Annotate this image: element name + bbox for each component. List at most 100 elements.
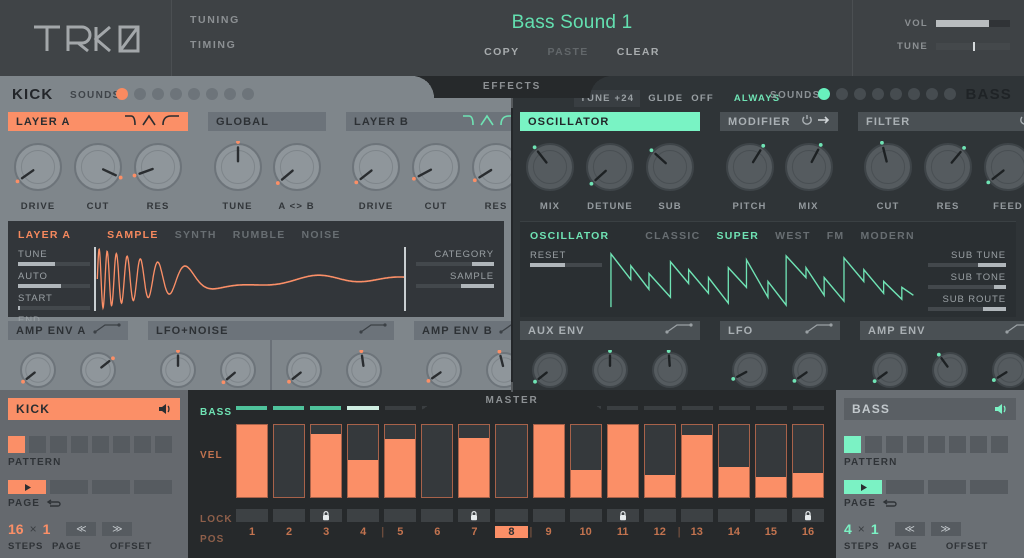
envmodule-icon[interactable] xyxy=(1005,323,1024,334)
kick-page-slots[interactable] xyxy=(8,480,180,494)
pattern-slot[interactable] xyxy=(907,436,924,453)
envmodule-icon[interactable] xyxy=(359,323,387,334)
velocity-cell[interactable] xyxy=(532,424,565,498)
knob-mix[interactable]: MIX xyxy=(520,141,580,212)
sound-slot[interactable] xyxy=(242,88,254,100)
tune-slider-handle[interactable] xyxy=(973,42,975,51)
tab-master[interactable]: MASTER xyxy=(412,382,612,412)
kick-right-controls[interactable]: CATEGORY SAMPLE xyxy=(416,249,494,293)
sound-slot[interactable] xyxy=(116,88,128,100)
control-start[interactable]: START xyxy=(18,293,90,310)
kick-offset-next-button[interactable]: ≫ xyxy=(102,522,133,536)
control-slider[interactable] xyxy=(928,263,1006,267)
bass-step-indicator[interactable] xyxy=(644,406,676,410)
velocity-cell[interactable] xyxy=(384,424,417,498)
velocity-cell[interactable] xyxy=(717,424,750,498)
bass-pattern-slots[interactable] xyxy=(844,436,1016,453)
bass-step-indicator[interactable] xyxy=(718,406,750,410)
bass-waveform[interactable] xyxy=(606,248,920,311)
display-tab[interactable]: NOISE xyxy=(302,229,341,241)
bass-display-tabs[interactable]: OSCILLATOR CLASSIC SUPER WEST FM MODERN xyxy=(520,222,1016,242)
knob-dial-icon[interactable] xyxy=(212,140,264,193)
module-header[interactable]: OSCILLATOR xyxy=(520,112,700,131)
velocity-cell[interactable] xyxy=(606,424,639,498)
pattern-slot[interactable] xyxy=(8,436,25,453)
envmodule-header[interactable]: AMP ENV xyxy=(860,321,1024,340)
control-slider[interactable] xyxy=(18,262,90,266)
lock-cell[interactable] xyxy=(569,509,602,522)
page-slot[interactable] xyxy=(886,480,924,494)
position-cell[interactable]: 11 xyxy=(607,526,639,538)
pattern-slot[interactable] xyxy=(29,436,46,453)
speaker-icon[interactable] xyxy=(159,403,172,415)
display-tab[interactable]: CLASSIC xyxy=(645,230,700,242)
bass-step-indicator[interactable] xyxy=(347,406,379,410)
control-auto[interactable]: AUTO xyxy=(18,271,90,288)
control-sample[interactable]: SAMPLE xyxy=(416,271,494,288)
envmodule-header[interactable]: LFO+NOISE xyxy=(148,321,394,340)
sound-slot[interactable] xyxy=(944,88,956,100)
page-slot[interactable] xyxy=(92,480,130,494)
kick-pattern-slots[interactable] xyxy=(8,436,180,453)
bass-step-indicator[interactable] xyxy=(310,406,342,410)
knob-dial-icon[interactable] xyxy=(344,349,384,390)
knob-res[interactable]: RES xyxy=(918,141,978,212)
timing-button[interactable]: TIMING xyxy=(190,39,292,51)
clear-button[interactable]: CLEAR xyxy=(617,46,660,58)
lock-cell[interactable] xyxy=(717,509,750,522)
knob-dial-icon[interactable] xyxy=(862,140,914,193)
knob-dial-icon[interactable] xyxy=(350,141,402,193)
control-slider[interactable] xyxy=(416,262,494,266)
sound-slot[interactable] xyxy=(890,88,902,100)
lock-cell[interactable] xyxy=(458,509,491,522)
velocity-cell[interactable] xyxy=(273,424,306,498)
knob-dial-icon[interactable] xyxy=(284,350,324,390)
vol-slider[interactable] xyxy=(936,20,1010,27)
lock-row[interactable] xyxy=(236,509,824,522)
power-icon[interactable] xyxy=(1019,114,1024,126)
envmodule-header[interactable]: AUX ENV xyxy=(520,321,700,340)
page-slot[interactable] xyxy=(134,480,172,494)
velocity-cell[interactable] xyxy=(791,424,824,498)
control-subtune[interactable]: SUB TUNE xyxy=(928,250,1006,267)
position-cell[interactable]: 1 xyxy=(236,526,268,538)
pattern-slot[interactable] xyxy=(92,436,109,453)
velocity-cell[interactable] xyxy=(310,424,343,498)
lock-cell[interactable] xyxy=(791,509,824,522)
module-header[interactable]: GLOBAL xyxy=(208,112,326,131)
position-cell[interactable]: 12 | xyxy=(644,526,681,538)
pattern-slot[interactable] xyxy=(113,436,130,453)
knob-dial-icon[interactable] xyxy=(132,141,184,193)
bass-option[interactable]: OFF xyxy=(691,93,714,104)
bass-step-indicator[interactable] xyxy=(273,406,305,410)
bass-step-indicator[interactable] xyxy=(681,406,713,410)
position-cell[interactable]: 5 xyxy=(384,526,416,538)
kick-pages-value[interactable]: 1 xyxy=(43,521,51,537)
pattern-slot[interactable] xyxy=(134,436,151,453)
sound-slot[interactable] xyxy=(134,88,146,100)
velocity-cell[interactable] xyxy=(458,424,491,498)
velocity-cell[interactable] xyxy=(347,424,380,498)
bass-step-indicator[interactable] xyxy=(755,406,787,410)
sound-slot[interactable] xyxy=(836,88,848,100)
sound-slot[interactable] xyxy=(854,88,866,100)
knob-dial-icon[interactable] xyxy=(72,141,124,193)
position-cell[interactable]: 13 xyxy=(681,526,713,538)
position-cell[interactable]: 4 | xyxy=(347,526,384,538)
tuning-button[interactable]: TUNING xyxy=(190,14,292,26)
knob-dial-icon[interactable] xyxy=(730,350,770,390)
kick-display-tabs[interactable]: LAYER A SAMPLE SYNTH RUMBLE NOISE xyxy=(8,221,504,241)
bass-steps-value[interactable]: 4 xyxy=(844,521,852,537)
module-header[interactable]: FILTER xyxy=(858,112,1024,131)
position-cell[interactable]: 15 xyxy=(755,526,787,538)
display-tab[interactable]: MODERN xyxy=(860,230,914,242)
knob-dial-icon[interactable] xyxy=(424,350,464,390)
bass-left-controls[interactable]: RESET xyxy=(530,250,602,272)
control-subtone[interactable]: SUB TONE xyxy=(928,272,1006,289)
lock-cell[interactable] xyxy=(384,509,417,522)
module-icons[interactable] xyxy=(1019,114,1024,126)
pattern-slot[interactable] xyxy=(844,436,861,453)
knob-sub[interactable]: SUB xyxy=(640,141,700,212)
module-header[interactable]: LAYER A xyxy=(8,112,188,131)
power-icon[interactable] xyxy=(801,114,813,126)
